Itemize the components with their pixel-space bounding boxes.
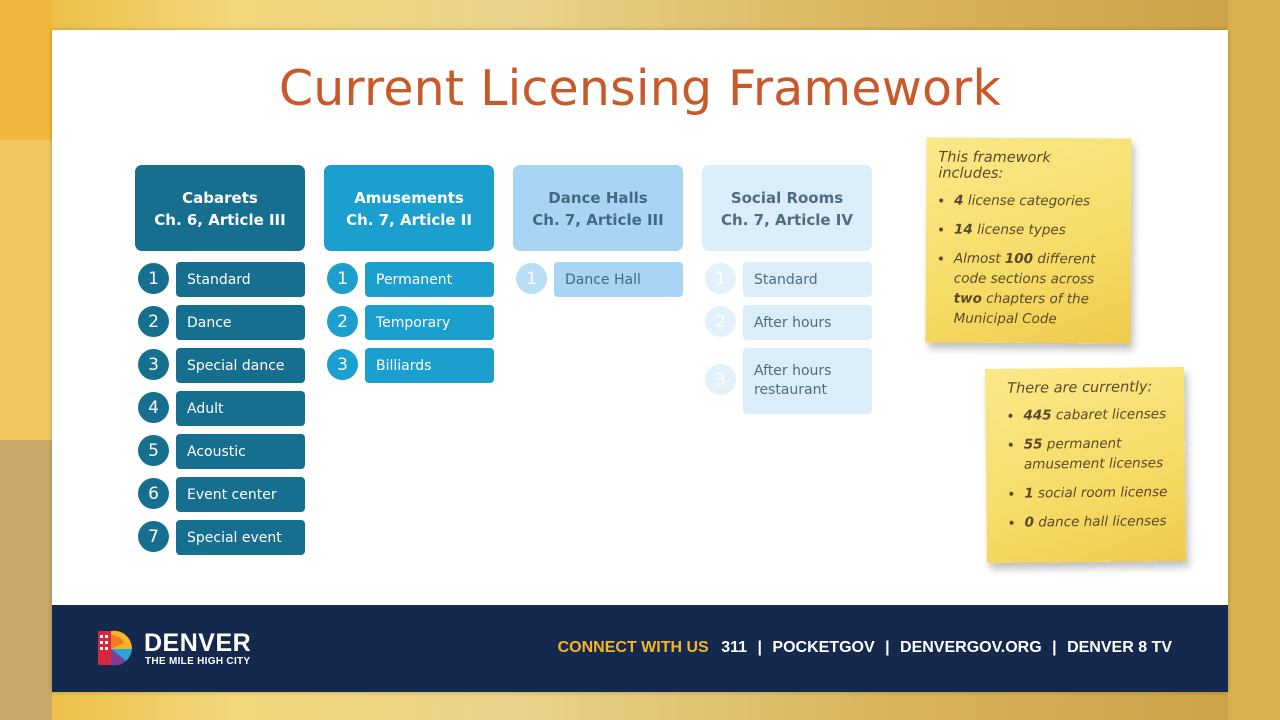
item-number-badge: 6 (138, 478, 169, 509)
license-type-item: Billiards (365, 348, 494, 383)
column-subtitle: Ch. 6, Article III (154, 211, 286, 229)
license-type-item: Standard (743, 262, 872, 297)
separator: | (757, 639, 762, 656)
license-type-item: Standard (176, 262, 305, 297)
license-type-item: Special dance (176, 348, 305, 383)
column-title: Cabarets (182, 189, 258, 207)
note-item: 0 dance hall licenses (1024, 511, 1175, 533)
license-type-item: Dance (176, 305, 305, 340)
column-subtitle: Ch. 7, Article III (532, 211, 664, 229)
separator: | (885, 639, 890, 656)
denver-logo-icon (98, 630, 133, 666)
license-type-item: Dance Hall (554, 262, 683, 297)
note-text: cabaret licenses (1051, 406, 1167, 424)
license-type-item: After hours restaurant (743, 348, 872, 414)
note-text: social room license (1033, 484, 1168, 502)
note-text: license types (972, 221, 1066, 239)
license-type-item: Permanent (365, 262, 494, 297)
item-number-badge: 1 (516, 263, 547, 294)
note-count: 445 (1023, 407, 1052, 424)
link-pocketgov: POCKETGOV (772, 639, 875, 656)
item-number-badge: 1 (138, 263, 169, 294)
connect-label: CONNECT WITH US (557, 639, 709, 656)
item-number-badge: 1 (327, 263, 358, 294)
background-tile (0, 140, 52, 440)
column-title: Amusements (354, 189, 464, 207)
item-number-badge: 1 (705, 263, 736, 294)
column-subtitle: Ch. 7, Article IV (721, 211, 853, 229)
link-denver8tv: DENVER 8 TV (1067, 639, 1172, 656)
note-item: 1 social room license (1024, 482, 1175, 504)
note-item: 55 permanent amusement licenses (1024, 433, 1175, 475)
license-type-item: Temporary (365, 305, 494, 340)
note-heading: There are currently: (1007, 379, 1153, 397)
item-number-badge: 3 (327, 349, 358, 380)
sticky-note-framework: This framework includes: 4 license categ… (925, 137, 1132, 344)
note-item: 14 license types (954, 220, 1119, 241)
note-heading: This framework includes: (938, 149, 1051, 182)
item-number-badge: 2 (138, 306, 169, 337)
slide-title: Current Licensing Framework (278, 60, 1002, 117)
note-text: permanent amusement licenses (1023, 435, 1164, 473)
column-header-amusements: Amusements Ch. 7, Article II (324, 165, 494, 251)
link-311: 311 (721, 639, 747, 656)
brand-tagline: THE MILE HIGH CITY (145, 656, 251, 667)
note-count: 55 (1023, 436, 1043, 453)
license-type-item: Adult (176, 391, 305, 426)
note-list: 445 cabaret licenses 55 permanent amusem… (1007, 404, 1175, 533)
note-emphasis: two (953, 290, 982, 307)
license-type-item: Acoustic (176, 434, 305, 469)
column-header-dance-halls: Dance Halls Ch. 7, Article III (513, 165, 683, 251)
item-number-badge: 4 (138, 392, 169, 423)
note-count: 14 (954, 221, 973, 238)
item-number-badge: 2 (327, 306, 358, 337)
footer-bar: DENVER THE MILE HIGH CITY CONNECT WITH U… (52, 605, 1228, 692)
item-number-badge: 3 (138, 349, 169, 380)
item-number-badge: 2 (705, 306, 736, 337)
item-number-badge: 3 (705, 364, 736, 395)
connect-links: CONNECT WITH US 311 | POCKETGOV | DENVER… (558, 639, 1172, 657)
link-denvergov: DENVERGOV.ORG (900, 639, 1042, 656)
license-type-item: After hours (743, 305, 872, 340)
note-item: Almost 100 different code sections acros… (954, 249, 1119, 330)
note-item: 445 cabaret licenses (1023, 404, 1174, 426)
license-type-item: Special event (176, 520, 305, 555)
note-item: 4 license categories (954, 191, 1119, 212)
column-header-cabarets: Cabarets Ch. 6, Article III (135, 165, 305, 251)
note-list: 4 license categories 14 license types Al… (938, 191, 1120, 330)
column-title: Social Rooms (730, 189, 844, 207)
license-type-item: Event center (176, 477, 305, 512)
column-header-social-rooms: Social Rooms Ch. 7, Article IV (702, 165, 872, 251)
item-number-badge: 5 (138, 435, 169, 466)
note-text: license categories (963, 192, 1091, 210)
note-count: 100 (1004, 250, 1034, 268)
background-tile (0, 440, 52, 720)
item-number-badge: 7 (138, 521, 169, 552)
column-subtitle: Ch. 7, Article II (346, 211, 472, 229)
column-title: Dance Halls (548, 189, 648, 207)
sticky-note-current-licenses: There are currently: 445 cabaret license… (984, 366, 1187, 564)
brand-name: DENVER (144, 629, 252, 657)
separator: | (1052, 639, 1057, 656)
note-text: Almost (953, 250, 1005, 267)
note-text: dance hall licenses (1033, 513, 1167, 531)
